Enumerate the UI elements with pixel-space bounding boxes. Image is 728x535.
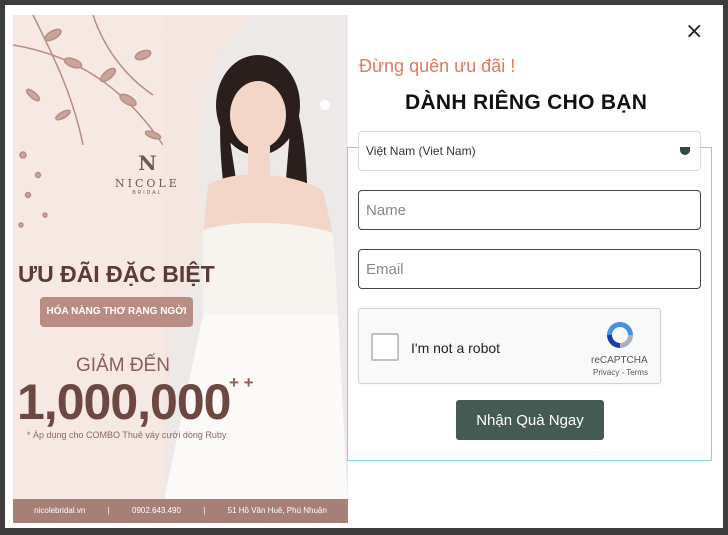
logo-sub: BRIDAL: [132, 190, 163, 196]
email-input[interactable]: [358, 249, 701, 289]
country-select[interactable]: Việt Nam (Viet Nam): [358, 131, 701, 171]
logo-mark: N: [138, 151, 157, 175]
recaptcha-checkbox[interactable]: [371, 333, 399, 361]
recaptcha-icon: [607, 322, 633, 348]
footer-website: nicolebridal.vn: [34, 506, 86, 515]
name-input[interactable]: [358, 190, 701, 230]
recaptcha-links[interactable]: Privacy - Terms: [593, 368, 648, 377]
submit-button[interactable]: Nhận Quà Ngay: [456, 400, 604, 440]
promo-banner: N NICOLE BRIDAL ƯU ĐÃI ĐẶC BIỆT HÓA NÀNG…: [13, 15, 348, 523]
recaptcha-label: I'm not a robot: [411, 340, 501, 356]
promo-tagline: HÓA NÀNG THƠ RẠNG NGỜI: [40, 297, 193, 327]
recaptcha-brand: reCAPTCHA: [591, 355, 648, 366]
logo-name: NICOLE: [115, 177, 180, 190]
promo-title: ƯU ĐÃI ĐẶC BIỆT: [18, 261, 215, 287]
recaptcha-widget: I'm not a robot reCAPTCHA Privacy - Term…: [358, 308, 661, 384]
banner-footer: nicolebridal.vn | 0902.643.490 | 51 Hồ V…: [13, 499, 348, 523]
popup-title: DÀNH RIÊNG CHO BẠN: [405, 91, 648, 114]
promo-note: * Áp dụng cho COMBO Thuê váy cưới dòng R…: [27, 430, 227, 440]
popup-modal: × N NICOLE BRIDAL ƯU ĐÃI ĐẶC BIỆT HÓA NÀ…: [5, 5, 723, 528]
popup-subtitle: Đừng quên ưu đãi !: [359, 56, 516, 76]
dropdown-icon: [680, 147, 690, 155]
footer-divider: |: [107, 506, 110, 515]
brand-logo: N NICOLE BRIDAL: [115, 151, 180, 196]
discount-amount: 1,000,000: [17, 374, 231, 430]
footer-divider: |: [203, 506, 206, 515]
close-icon[interactable]: ×: [685, 21, 703, 43]
country-value: Việt Nam (Viet Nam): [366, 144, 476, 158]
footer-address: 51 Hồ Văn Huê, Phú Nhuận: [227, 506, 327, 515]
footer-phone: 0902.643.490: [132, 506, 181, 515]
discount-plus: + +: [229, 373, 254, 392]
